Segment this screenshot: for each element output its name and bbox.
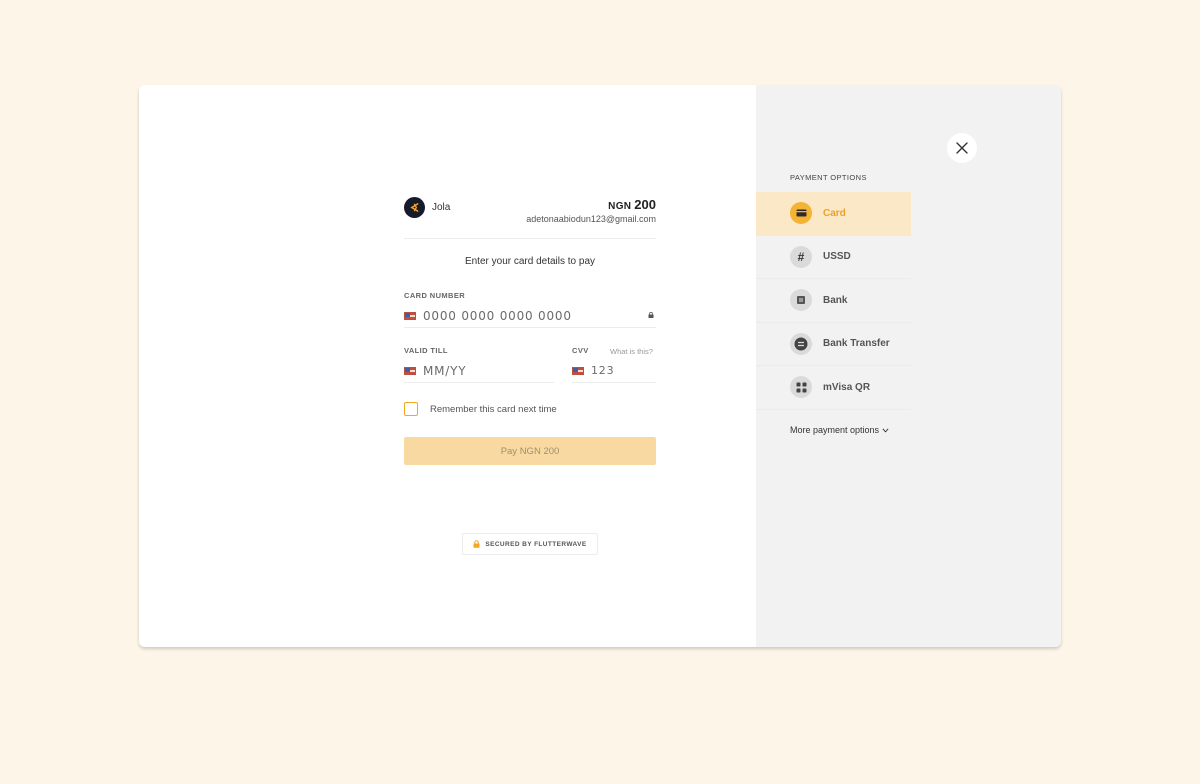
cvv-underline [572, 382, 656, 383]
merchant-logo-icon [404, 197, 425, 218]
valid-till-label: VALID TILL [404, 346, 448, 355]
instruction-text: Enter your card details to pay [464, 256, 596, 267]
bank-icon [790, 289, 812, 312]
customer-email: adetonaabiodun123@gmail.com [526, 214, 656, 224]
payment-option-label: Bank Transfer [823, 338, 890, 350]
payment-option-card[interactable]: Card [756, 192, 911, 236]
payment-option-bank-transfer[interactable]: Bank Transfer [756, 323, 911, 366]
card-number-label: CARD NUMBER [404, 291, 466, 300]
cvv-flag-icon [572, 367, 584, 375]
payment-option-label: mVisa QR [823, 381, 871, 393]
hash-icon: # [790, 245, 812, 268]
expiry-underline [404, 382, 554, 383]
cvv-label: CVV [572, 346, 589, 355]
more-options-label: More payment options [790, 425, 880, 435]
amount-value: 200 [634, 197, 656, 212]
close-button[interactable] [947, 133, 977, 163]
remember-card-label: Remember this card next time [430, 404, 557, 415]
payment-option-label: Card [823, 207, 846, 219]
card-number-input[interactable]: 0000 0000 0000 0000 [423, 309, 572, 323]
card-number-underline [404, 327, 656, 328]
transfer-icon [790, 332, 812, 355]
chevron-down-icon [882, 427, 889, 432]
payment-option-label: USSD [823, 251, 851, 263]
payment-option-mvisa-qr[interactable]: mVisa QR [756, 366, 911, 410]
payment-amount: NGN 200 [608, 197, 656, 212]
header-divider [404, 238, 656, 239]
payment-options-pane: PAYMENT OPTIONS Card # USSD Bank Bank Tr… [756, 85, 1061, 647]
lock-icon [648, 312, 654, 318]
padlock-icon [473, 540, 480, 548]
card-flag-icon [404, 312, 416, 320]
payment-modal: Jola NGN 200 adetonaabiodun123@gmail.com … [139, 85, 1061, 647]
expiry-flag-icon [404, 367, 416, 375]
amount-currency: NGN [608, 201, 632, 212]
remember-card-checkbox[interactable] [404, 402, 418, 416]
payment-option-label: Bank [823, 294, 848, 306]
card-icon [790, 202, 812, 225]
expiry-input[interactable]: MM/YY [423, 364, 466, 378]
cvv-input[interactable]: 123 [591, 364, 614, 377]
payment-options-title: PAYMENT OPTIONS [790, 173, 867, 182]
payment-option-ussd[interactable]: # USSD [756, 236, 911, 279]
merchant-name: Jola [432, 202, 451, 213]
secured-badge: SECURED BY FLUTTERWAVE [462, 533, 598, 555]
qr-icon [790, 376, 812, 399]
cvv-help-link[interactable]: What is this? [610, 347, 653, 356]
checkout-pane: Jola NGN 200 adetonaabiodun123@gmail.com … [139, 85, 756, 647]
pay-button[interactable]: Pay NGN 200 [404, 437, 656, 465]
more-payment-options-link[interactable]: More payment options [790, 425, 889, 435]
close-icon [956, 142, 968, 154]
payment-options-list: Card # USSD Bank Bank Transfer mVisa QR [756, 192, 911, 410]
secured-text: SECURED BY FLUTTERWAVE [485, 540, 587, 548]
payment-option-bank[interactable]: Bank [756, 279, 911, 323]
